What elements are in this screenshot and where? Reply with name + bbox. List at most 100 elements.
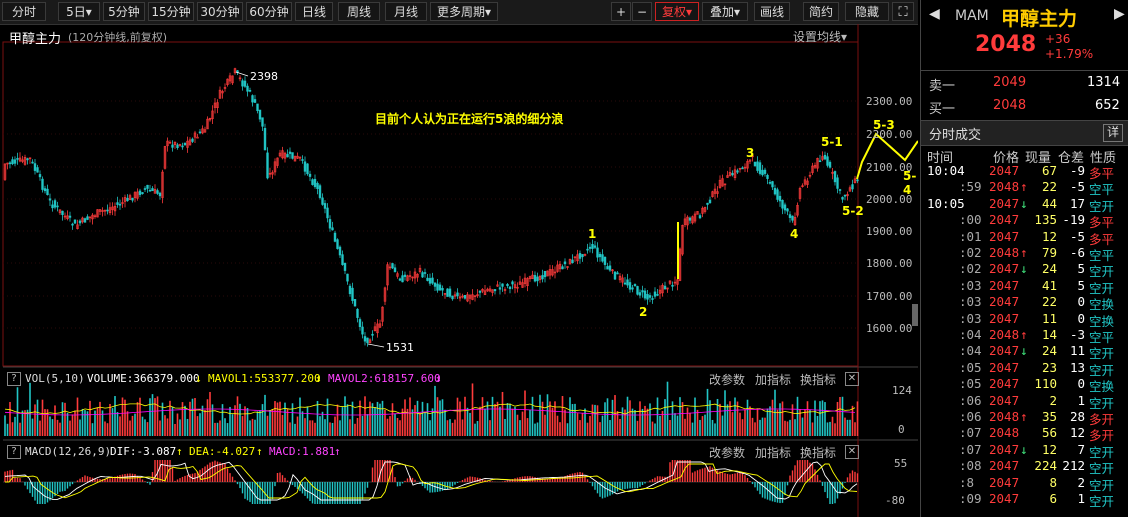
tab-5min[interactable]: 5分钟: [103, 2, 145, 21]
volume-bar: [684, 418, 686, 436]
tick-volume: 22: [1041, 294, 1057, 310]
close-icon[interactable]: ✕: [845, 372, 859, 386]
draw-line-button[interactable]: 画线: [754, 2, 790, 21]
arrow-down-icon: ↓: [435, 372, 442, 385]
help-icon[interactable]: ?: [7, 372, 21, 386]
ticks-detail-button[interactable]: 详: [1103, 124, 1123, 142]
candle-body: [338, 246, 342, 256]
candle-body: [786, 208, 789, 212]
macd-change-params-button[interactable]: 改参数: [709, 444, 745, 461]
tab-5day[interactable]: 5日▾: [58, 2, 100, 21]
chart-subtitle: (120分钟线,前复权): [68, 31, 168, 44]
zoom-in-button[interactable]: +: [611, 2, 631, 21]
overlay-button[interactable]: 叠加▾: [702, 2, 748, 21]
vol-switch-indicator-button[interactable]: 换指标: [800, 371, 836, 388]
volume-bar: [326, 398, 329, 436]
volume-bar: [74, 410, 76, 436]
tab-30min[interactable]: 30分钟: [197, 2, 243, 21]
close-icon[interactable]: ✕: [845, 445, 859, 459]
tick-price: 2047: [989, 277, 1020, 293]
candle-body: [343, 262, 347, 271]
help-icon[interactable]: ?: [7, 445, 21, 459]
volume-bar: [456, 397, 459, 436]
volume-bar: [96, 407, 99, 436]
volume-bar: [256, 411, 259, 436]
ma-settings-button[interactable]: 设置均线▾: [793, 28, 847, 45]
tick-oi-diff: 0: [1077, 376, 1085, 392]
tick-oi-diff: -3: [1069, 327, 1085, 342]
volume-bar: [71, 414, 74, 436]
volume-bar: [564, 409, 566, 436]
tab-daily[interactable]: 日线: [295, 2, 333, 21]
macd-switch-indicator-button[interactable]: 换指标: [800, 444, 836, 461]
tick-row: 10:05 2047 ↓ 44 17 空开: [921, 196, 1128, 214]
volume-bar: [844, 417, 846, 436]
tab-15min[interactable]: 15分钟: [148, 2, 194, 21]
symbol-title: 甲醇主力: [9, 32, 62, 47]
candle-body: [401, 275, 404, 283]
hide-button[interactable]: 隐藏: [845, 2, 889, 21]
tab-more-periods[interactable]: 更多周期▾: [430, 2, 498, 21]
candle-body: [451, 295, 454, 300]
candle-body: [656, 294, 659, 296]
volume-bar: [651, 421, 654, 436]
zoom-out-button[interactable]: −: [632, 2, 652, 21]
back-arrow-icon[interactable]: ◀: [929, 6, 940, 22]
volume-bar: [811, 422, 814, 436]
volume-bar: [781, 401, 784, 436]
tick-volume: 12: [1041, 441, 1057, 457]
volume-bar: [39, 420, 41, 436]
tick-price: 2047: [989, 212, 1020, 228]
volume-bar: [391, 403, 394, 436]
vol-change-params-button[interactable]: 改参数: [709, 371, 745, 388]
candle-body: [601, 254, 604, 262]
volume-bar: [66, 412, 69, 436]
forward-arrow-icon[interactable]: ▶: [1114, 6, 1125, 22]
volume-bar: [489, 420, 491, 436]
period-toolbar: 分时 5日▾ 5分钟 15分钟 30分钟 60分钟 日线 周线 月线 更多周期▾…: [0, 0, 918, 25]
volume-bar: [706, 388, 709, 436]
volume-bar: [659, 415, 661, 436]
volume-bar: [446, 420, 449, 436]
volume-bar: [206, 399, 209, 436]
volume-bar: [609, 420, 611, 436]
volume-bar: [679, 397, 681, 436]
adjust-button[interactable]: 复权▾: [655, 2, 699, 21]
volume-bar: [216, 422, 219, 436]
volume-bar: [604, 402, 606, 436]
volume-bar: [641, 408, 644, 436]
simple-button[interactable]: 简约: [803, 2, 839, 21]
candle-body: [131, 197, 134, 201]
tick-row: :04 2048 ↑ 14 -3 空平: [921, 327, 1128, 345]
wave-label-5-4: 5-4: [903, 169, 917, 197]
kline-chart-area[interactable]: 甲醇主力 (120分钟线,前复权) 设置均线▾ 目前个人认为正在运行5浪的细分浪…: [0, 24, 930, 517]
candle-body: [256, 103, 259, 111]
fullscreen-icon[interactable]: ⛶: [892, 2, 914, 21]
volume-bar: [784, 420, 786, 436]
tab-minute[interactable]: 分时: [2, 2, 46, 21]
tick-oi-diff: 5: [1077, 261, 1085, 277]
tab-weekly[interactable]: 周线: [338, 2, 380, 21]
tick-oi-diff: 11: [1069, 343, 1085, 359]
volume-bar: [409, 397, 411, 436]
candle-body: [533, 275, 537, 282]
volume-bar: [299, 397, 301, 436]
volume-bar: [191, 398, 194, 436]
tick-oi-diff: -19: [1062, 212, 1085, 228]
volume-bar: [324, 419, 326, 436]
volume-bar: [251, 418, 254, 436]
candle-body: [648, 295, 652, 298]
macd-add-indicator-button[interactable]: 加指标: [755, 444, 791, 461]
candle-body: [291, 152, 294, 159]
tick-price: 2047: [989, 163, 1020, 178]
volume-bar: [116, 412, 119, 436]
tab-60min[interactable]: 60分钟: [246, 2, 292, 21]
tick-time: :07: [959, 425, 982, 441]
vol-add-indicator-button[interactable]: 加指标: [755, 371, 791, 388]
tab-monthly[interactable]: 月线: [385, 2, 427, 21]
panel-collapse-handle[interactable]: [912, 304, 918, 326]
volume-bar: [836, 401, 839, 436]
candle-body: [631, 287, 634, 290]
volume-bar: [89, 400, 91, 436]
candle-body: [341, 254, 344, 265]
